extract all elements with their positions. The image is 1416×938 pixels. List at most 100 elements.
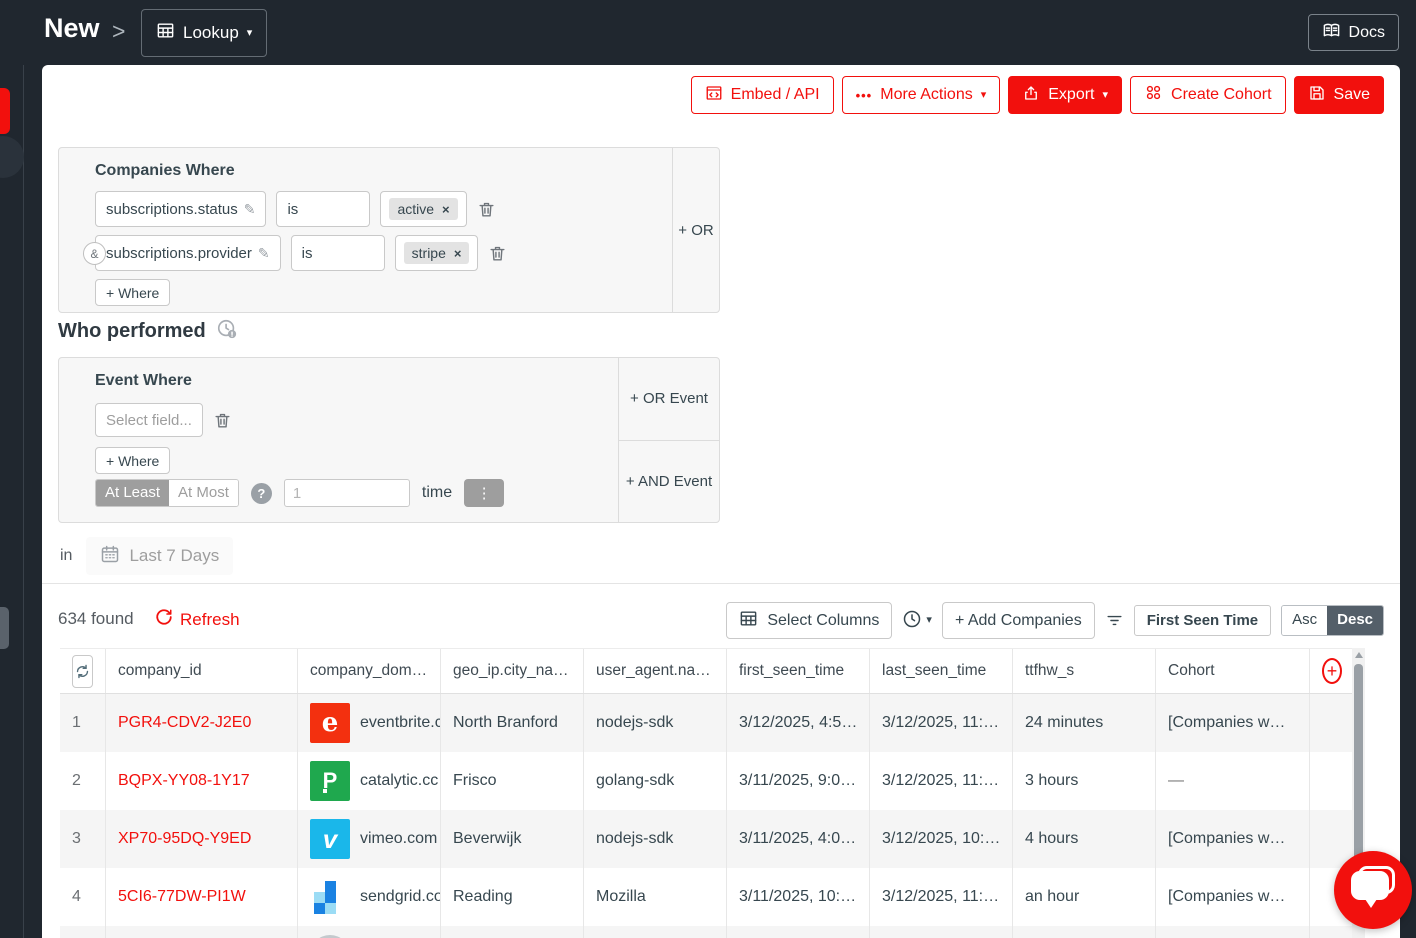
refresh-label: Refresh	[180, 610, 240, 630]
sort-filter-icon[interactable]	[1105, 611, 1124, 630]
export-button[interactable]: Export ▾	[1008, 76, 1122, 114]
company-domain-cell: P catalytic.cc	[298, 752, 441, 810]
at-most-option[interactable]: At Most	[169, 480, 238, 506]
create-cohort-button[interactable]: Create Cohort	[1130, 76, 1286, 114]
sidebar-avatar-partial[interactable]	[0, 136, 24, 178]
scroll-up-arrow-icon[interactable]	[1355, 652, 1363, 658]
remove-chip-icon[interactable]: ×	[442, 202, 450, 217]
last-seen-time: 3/12/2025, 11:…	[870, 752, 1013, 810]
first-seen-time: 3/11/2025, 4:0…	[727, 810, 870, 868]
save-floppy-icon	[1308, 84, 1326, 107]
breadcrumb-separator: >	[112, 18, 125, 45]
sort-direction-toggle: Asc Desc	[1281, 605, 1384, 636]
last-seen-time: 3/12/2025, 11:…	[870, 694, 1013, 752]
select-columns-button[interactable]: Select Columns	[726, 602, 892, 639]
column-header-company-id[interactable]: company_id	[106, 649, 298, 693]
table-row[interactable]: 2 BQPX-YY08-1Y17 P catalytic.cc Frisco g…	[60, 752, 1354, 810]
and-joiner[interactable]: &	[83, 242, 106, 265]
first-seen-time: 3/11/2025, 9:0…	[727, 752, 870, 810]
company-domain-cell	[298, 926, 441, 938]
column-header-cohort[interactable]: Cohort	[1156, 649, 1310, 693]
company-domain-cell: sendgrid.co	[298, 868, 441, 926]
add-or-event-button[interactable]: + OR Event	[619, 358, 719, 441]
add-and-event-button[interactable]: + AND Event	[619, 441, 719, 523]
table-row[interactable]: 1 PGR4-CDV2-J2E0 e eventbrite.c North Br…	[60, 694, 1354, 752]
table-row[interactable]: 4 5CI6-77DW-PI1W sendgrid.co Reading Moz…	[60, 868, 1354, 926]
field-select-button[interactable]: subscriptions.provider ✎	[95, 235, 281, 271]
cohort-value: [Companies w…	[1156, 694, 1310, 752]
company-domain: catalytic.cc	[360, 772, 438, 790]
refresh-button[interactable]: Refresh	[155, 608, 240, 631]
add-or-group-button[interactable]: + OR	[672, 148, 719, 312]
event-where-panel: Event Where Select field... + Where At L…	[58, 357, 720, 523]
docs-button[interactable]: Docs	[1308, 14, 1399, 51]
company-domain: sendgrid.co	[360, 888, 441, 906]
field-name: subscriptions.provider	[106, 245, 252, 262]
column-header-user-agent[interactable]: user_agent.na…	[584, 649, 727, 693]
companies-table: company_id company_dom… geo_ip.city_na… …	[60, 648, 1354, 938]
sort-desc-option[interactable]: Desc	[1327, 606, 1383, 635]
company-domain-cell: v vimeo.com	[298, 810, 441, 868]
sort-asc-option[interactable]: Asc	[1282, 606, 1327, 635]
add-companies-button[interactable]: + Add Companies	[942, 602, 1095, 639]
help-icon[interactable]: ?	[251, 483, 272, 504]
refresh-icon	[155, 608, 173, 631]
row-number: 4	[60, 868, 106, 926]
operator-select-button[interactable]: is	[276, 191, 370, 227]
geo-city: Reading	[441, 868, 584, 926]
chat-widget-button[interactable]	[1334, 851, 1412, 929]
column-header-first-seen[interactable]: first_seen_time	[727, 649, 870, 693]
time-format-dropdown[interactable]: ▾	[902, 609, 932, 632]
company-id-link[interactable]: PGR4-CDV2-J2E0	[118, 714, 251, 732]
column-header-geo-city[interactable]: geo_ip.city_na…	[441, 649, 584, 693]
create-cohort-label: Create Cohort	[1171, 86, 1272, 104]
vimeo-logo-icon: v	[310, 819, 350, 859]
company-domain-cell: e eventbrite.c	[298, 694, 441, 752]
operator-select-button[interactable]: is	[291, 235, 385, 271]
event-count-input[interactable]	[284, 479, 410, 507]
ttfhw-value: an hour	[1013, 868, 1156, 926]
sort-field-button[interactable]: First Seen Time	[1134, 605, 1271, 636]
column-header-ttfhw[interactable]: ttfhw_s	[1013, 649, 1156, 693]
embed-api-button[interactable]: Embed / API	[691, 76, 834, 114]
first-seen-time: 3/12/2025, 4:5…	[727, 694, 870, 752]
add-where-button[interactable]: + Where	[95, 279, 170, 306]
table-row-partial[interactable]	[60, 926, 1354, 938]
date-range-button[interactable]: Last 7 Days	[86, 537, 233, 575]
remove-chip-icon[interactable]: ×	[454, 246, 462, 261]
section-divider	[42, 583, 1400, 584]
save-button[interactable]: Save	[1294, 76, 1384, 114]
lookup-dropdown-button[interactable]: Lookup ▾	[141, 9, 267, 57]
eventbrite-logo-icon: e	[310, 703, 350, 743]
company-id-link[interactable]: XP70-95DQ-Y9ED	[118, 830, 251, 848]
company-id-link[interactable]: 5CI6-77DW-PI1W	[118, 888, 246, 906]
more-actions-button[interactable]: ••• More Actions ▾	[842, 76, 1001, 114]
table-header-row: company_id company_dom… geo_ip.city_na… …	[60, 648, 1354, 694]
companies-where-panel: Companies Where subscriptions.status ✎ i…	[58, 147, 720, 313]
select-field-button[interactable]: Select field...	[95, 403, 203, 437]
chevron-down-icon: ▾	[981, 90, 987, 101]
value-chip: stripe ×	[404, 242, 470, 264]
value-input[interactable]: stripe ×	[395, 235, 479, 271]
delete-filter-icon[interactable]	[488, 244, 507, 263]
table-row[interactable]: 3 XP70-95DQ-Y9ED v vimeo.com Beverwijk n…	[60, 810, 1354, 868]
delete-filter-icon[interactable]	[477, 200, 496, 219]
field-select-button[interactable]: subscriptions.status ✎	[95, 191, 266, 227]
add-column-icon[interactable]: +	[1322, 658, 1342, 684]
add-event-where-button[interactable]: + Where	[95, 447, 170, 474]
column-header-company-domain[interactable]: company_dom…	[298, 649, 441, 693]
value-input[interactable]: active ×	[380, 191, 466, 227]
company-id-link[interactable]: BQPX-YY08-1Y17	[118, 772, 250, 790]
ttfhw-value: 3 hours	[1013, 752, 1156, 810]
sync-rows-button[interactable]	[72, 655, 93, 688]
delete-filter-icon[interactable]	[213, 411, 232, 430]
more-actions-label: More Actions	[880, 86, 972, 104]
at-least-option[interactable]: At Least	[96, 480, 169, 506]
lookup-label: Lookup	[183, 23, 239, 43]
chip-label: active	[397, 201, 434, 217]
time-range-row: in Last 7 Days	[60, 537, 233, 575]
time-options-button[interactable]: ⋮	[464, 479, 504, 507]
sendgrid-logo-icon	[310, 877, 350, 917]
select-field-placeholder: Select field...	[106, 412, 192, 429]
column-header-last-seen[interactable]: last_seen_time	[870, 649, 1013, 693]
